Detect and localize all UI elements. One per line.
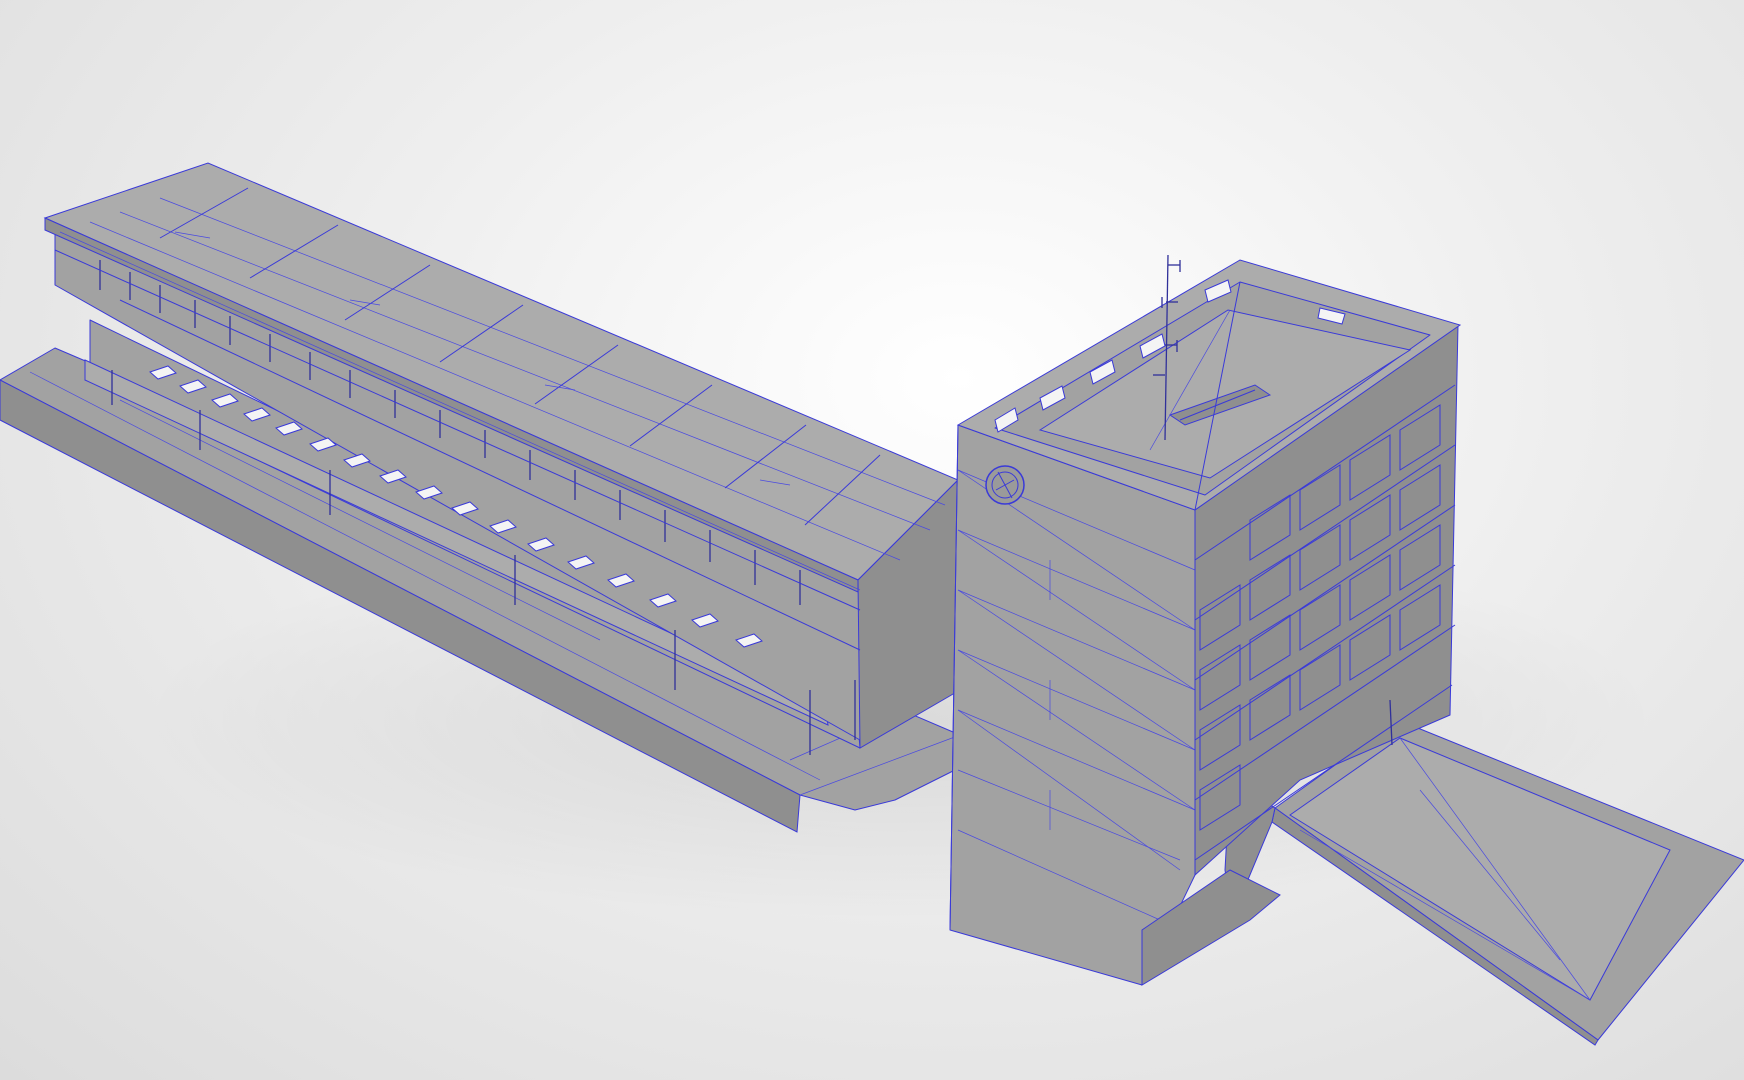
tower-emblem	[985, 465, 1025, 505]
3d-viewport[interactable]	[0, 0, 1744, 1080]
building-model[interactable]	[0, 0, 1744, 1080]
